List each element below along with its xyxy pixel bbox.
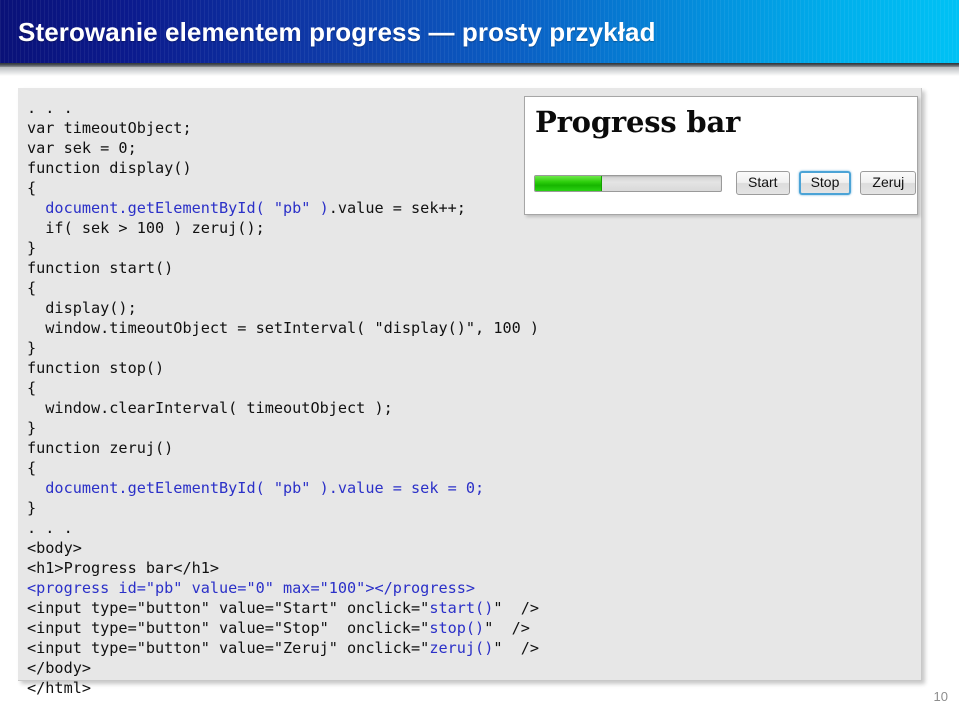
slide-header-banner: Sterowanie elementem progress — prosty p… <box>0 0 959 63</box>
code-line: window.timeoutObject = setInterval( "dis… <box>27 318 539 338</box>
code-token: { <box>27 379 37 397</box>
code-token: stop() <box>429 619 485 637</box>
code-token: " /> <box>484 619 530 637</box>
code-token: <body> <box>27 539 82 557</box>
code-line: <input type="button" value="Zeruj" oncli… <box>27 638 539 658</box>
code-token: } <box>27 419 37 437</box>
code-line: { <box>27 458 539 478</box>
progress-bar <box>534 174 722 192</box>
code-line: <h1>Progress bar</h1> <box>27 558 539 578</box>
code-token: function stop() <box>27 359 165 377</box>
code-line: . . . <box>27 98 539 118</box>
code-token: function display() <box>27 159 192 177</box>
code-token: </html> <box>27 679 92 697</box>
code-line: function start() <box>27 258 539 278</box>
code-token: . . . <box>27 99 73 117</box>
code-line: window.clearInterval( timeoutObject ); <box>27 398 539 418</box>
code-listing: . . . var timeoutObject; var sek = 0; funct… <box>27 98 539 698</box>
preview-button-row: Start Stop Zeruj <box>736 171 917 195</box>
code-line: { <box>27 278 539 298</box>
preview-button-stop[interactable]: Stop <box>798 171 852 195</box>
progress-bar-fill <box>535 175 602 191</box>
code-token: { <box>27 279 37 297</box>
preview-button-start[interactable]: Start <box>736 171 790 195</box>
code-line: { <box>27 378 539 398</box>
code-token: zeruj() <box>429 639 494 657</box>
page-title: Sterowanie elementem progress — prosty p… <box>18 17 656 47</box>
code-token: <h1>Progress bar</h1> <box>27 559 220 577</box>
code-line: function zeruj() <box>27 438 539 458</box>
code-token: start() <box>429 599 494 617</box>
code-token: window.clearInterval( timeoutObject ); <box>27 399 393 417</box>
code-line: </html> <box>27 678 539 698</box>
code-line: { <box>27 178 539 198</box>
code-token: { <box>27 459 37 477</box>
preview-button-zeruj[interactable]: Zeruj <box>860 171 917 195</box>
code-token: var sek = 0; <box>27 139 137 157</box>
code-line: <input type="button" value="Start" oncli… <box>27 598 539 618</box>
code-line: <progress id="pb" value="0" max="100"></… <box>27 578 539 598</box>
code-token: } <box>27 239 37 257</box>
code-token: display(); <box>27 299 137 317</box>
code-token: function zeruj() <box>27 439 174 457</box>
code-token: var timeoutObject; <box>27 119 192 137</box>
code-line: <input type="button" value="Stop" onclic… <box>27 618 539 638</box>
code-line: var sek = 0; <box>27 138 539 158</box>
code-line: if( sek > 100 ) zeruj(); <box>27 218 539 238</box>
code-token: } <box>27 339 37 357</box>
preview-heading: Progress bar <box>535 105 741 139</box>
code-line: } <box>27 498 539 518</box>
code-line: display(); <box>27 298 539 318</box>
code-line: } <box>27 238 539 258</box>
code-token: <input type="button" value="Start" oncli… <box>27 599 430 617</box>
code-line: } <box>27 418 539 438</box>
code-token: document.getElementById( "pb" ) <box>27 199 329 217</box>
code-token: <input type="button" value="Stop" onclic… <box>27 619 430 637</box>
code-token: . . . <box>27 519 73 537</box>
code-token: { <box>27 179 37 197</box>
code-token: </body> <box>27 659 92 677</box>
code-line: function stop() <box>27 358 539 378</box>
code-token: " /> <box>493 639 540 657</box>
header-shadow-fade <box>0 67 959 76</box>
code-line: var timeoutObject; <box>27 118 539 138</box>
code-token: " /> <box>493 599 540 617</box>
slide-page-number: 10 <box>933 689 948 704</box>
code-token: .value = sek++; <box>328 199 466 217</box>
code-line: function display() <box>27 158 539 178</box>
code-token: function start() <box>27 259 174 277</box>
code-line: </body> <box>27 658 539 678</box>
code-token: } <box>27 499 37 517</box>
preview-controls-row: Start Stop Zeruj <box>534 171 917 195</box>
code-token: window.timeoutObject = setInterval( "dis… <box>27 319 540 337</box>
code-line: } <box>27 338 539 358</box>
code-token: <input type="button" value="Zeruj" oncli… <box>27 639 430 657</box>
code-line: . . . <box>27 518 539 538</box>
code-line: document.getElementById( "pb" ).value = … <box>27 198 539 218</box>
code-line: <body> <box>27 538 539 558</box>
code-line: document.getElementById( "pb" ).value = … <box>27 478 539 498</box>
code-token: document.getElementById( "pb" ).value = … <box>27 479 485 497</box>
browser-preview-screenshot: Progress bar Start Stop Zeruj <box>524 96 918 215</box>
code-token: if( sek > 100 ) zeruj(); <box>27 219 265 237</box>
code-token: <progress id="pb" value="0" max="100"></… <box>27 579 476 597</box>
